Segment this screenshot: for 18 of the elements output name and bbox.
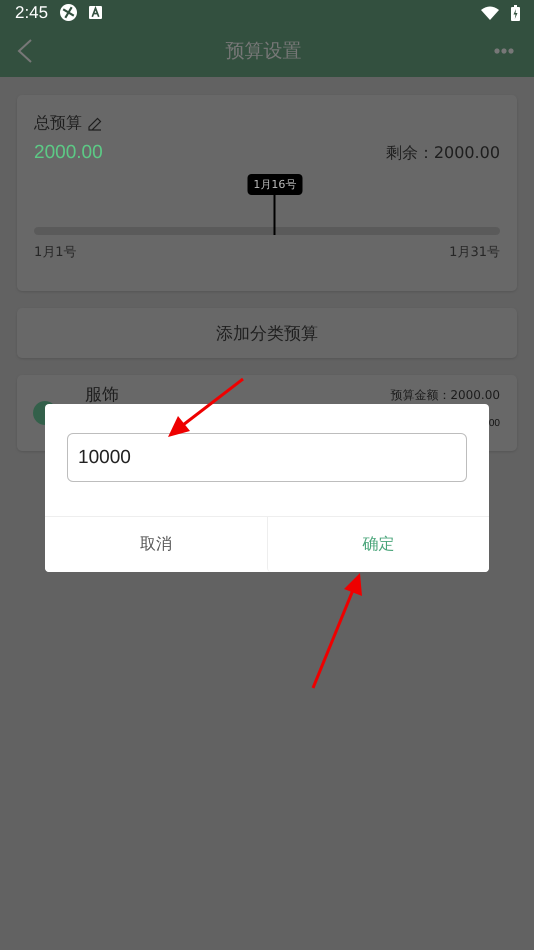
more-icon[interactable] (494, 48, 514, 54)
keyboard-icon (89, 6, 102, 19)
end-date: 1月31号 (449, 244, 500, 261)
page-title: 预算设置 (224, 39, 302, 64)
category-name: 服饰 (85, 384, 119, 407)
amount-input[interactable]: 10000 (67, 433, 467, 482)
sync-icon (60, 4, 78, 21)
pencil-icon[interactable] (88, 116, 102, 130)
status-time: 2:45 (15, 2, 48, 22)
budget-label: 总预算 (34, 113, 82, 134)
category-amount: 00 (488, 418, 500, 429)
category-budget: 预算金额：2000.00 (390, 387, 500, 404)
back-icon[interactable] (17, 39, 33, 63)
remaining-amount: 剩余：2000.00 (386, 142, 500, 164)
battery-icon (511, 4, 520, 20)
budget-amount: 2000.00 (34, 142, 103, 164)
start-date: 1月1号 (34, 244, 77, 261)
wifi-icon (481, 6, 499, 20)
